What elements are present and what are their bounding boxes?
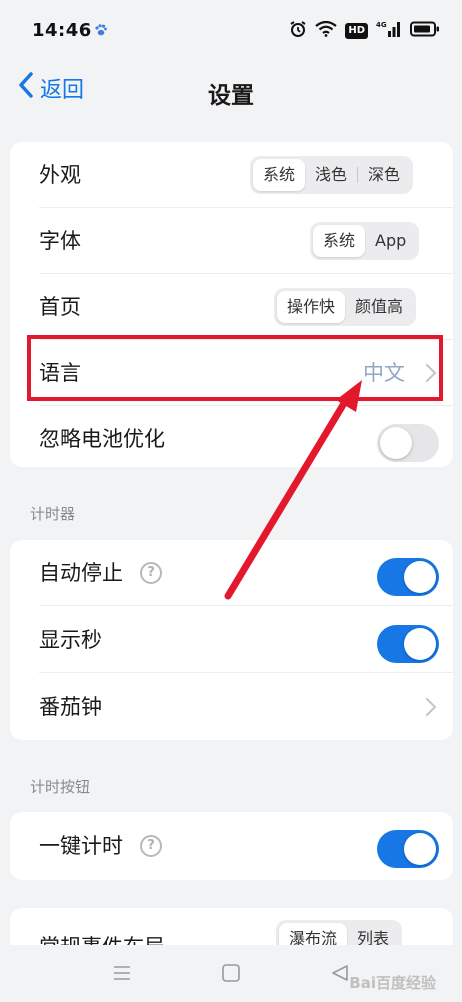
nav-bar: 返回 设置 — [0, 64, 462, 120]
font-system-option[interactable]: 系统 — [313, 225, 366, 257]
chevron-right-icon — [425, 697, 437, 721]
show-seconds-toggle[interactable] — [377, 625, 439, 663]
row-divider — [39, 672, 453, 673]
battery-icon — [410, 21, 440, 41]
highlight-box — [27, 335, 443, 401]
home-fast-option[interactable]: 操作快 — [277, 291, 346, 323]
one-click-toggle[interactable] — [377, 830, 439, 868]
timer-button-card: 一键计时 ? — [10, 812, 453, 880]
appearance-light-option[interactable]: 浅色 — [305, 159, 357, 191]
appearance-row: 外观 系统 浅色 深色 — [10, 142, 453, 208]
auto-stop-label: 自动停止 — [39, 561, 123, 585]
timer-settings-card: 自动停止 ? 显示秒 番茄钟 — [10, 540, 453, 740]
hd-badge: HD — [345, 23, 368, 39]
font-row: 字体 系统 App — [10, 208, 453, 274]
appearance-dark-option[interactable]: 深色 — [358, 159, 410, 191]
pomodoro-row[interactable]: 番茄钟 — [10, 674, 453, 740]
font-segmented: 系统 App — [310, 222, 420, 260]
help-icon[interactable]: ? — [140, 562, 162, 584]
svg-text:4G: 4G — [376, 21, 387, 29]
font-label: 字体 — [39, 229, 81, 253]
one-click-row: 一键计时 ? — [10, 812, 453, 880]
home-pretty-option[interactable]: 颜值高 — [345, 291, 413, 323]
home-label: 首页 — [39, 295, 81, 319]
layout-row: 常规事件布局 瀑布流 列表 — [10, 908, 453, 945]
layout-waterfall-option[interactable]: 瀑布流 — [279, 923, 348, 945]
status-icons: HD 4G — [289, 20, 440, 42]
menu-icon[interactable] — [112, 963, 132, 987]
help-icon[interactable]: ? — [140, 835, 162, 857]
battery-label: 忽略电池优化 — [39, 427, 165, 451]
battery-toggle[interactable] — [377, 424, 439, 462]
page-title: 设置 — [208, 83, 254, 109]
font-app-option[interactable]: App — [365, 225, 416, 257]
back-triangle-icon[interactable] — [330, 963, 350, 987]
row-divider — [39, 605, 453, 606]
one-click-label: 一键计时 — [39, 834, 123, 858]
layout-list-option[interactable]: 列表 — [347, 923, 399, 945]
toggle-knob — [404, 561, 436, 593]
appearance-system-option[interactable]: 系统 — [253, 159, 306, 191]
appearance-label: 外观 — [39, 163, 81, 187]
appearance-segmented: 系统 浅色 深色 — [250, 156, 414, 194]
timer-button-section-header: 计时按钮 — [30, 778, 91, 796]
watermark-text: Bai百度经验 — [349, 974, 436, 992]
layout-card: 常规事件布局 瀑布流 列表 — [10, 908, 453, 945]
alarm-icon — [289, 20, 307, 42]
battery-row: 忽略电池优化 — [10, 406, 453, 467]
home-icon[interactable] — [221, 963, 241, 987]
toggle-knob — [404, 628, 436, 660]
toggle-knob — [404, 833, 436, 865]
layout-label: 常规事件布局 — [39, 914, 165, 945]
layout-segmented: 瀑布流 列表 — [276, 920, 403, 945]
paw-icon — [94, 22, 108, 41]
signal-icon: 4G — [376, 20, 402, 42]
general-settings-card: 外观 系统 浅色 深色 字体 系统 App 首页 操作快 颜值高 语言 中文 忽 — [10, 142, 453, 467]
show-seconds-row: 显示秒 — [10, 607, 453, 673]
home-segmented: 操作快 颜值高 — [274, 288, 417, 326]
home-row: 首页 操作快 颜值高 — [10, 274, 453, 340]
auto-stop-toggle[interactable] — [377, 558, 439, 596]
wifi-icon — [315, 20, 338, 41]
status-time: 14:46 — [32, 20, 92, 41]
auto-stop-row: 自动停止 ? — [10, 540, 453, 606]
status-bar: 14:46 HD 4G — [0, 0, 462, 64]
pomodoro-label: 番茄钟 — [39, 695, 102, 719]
toggle-knob — [380, 427, 412, 459]
show-seconds-label: 显示秒 — [39, 628, 102, 652]
timer-section-header: 计时器 — [30, 505, 76, 523]
